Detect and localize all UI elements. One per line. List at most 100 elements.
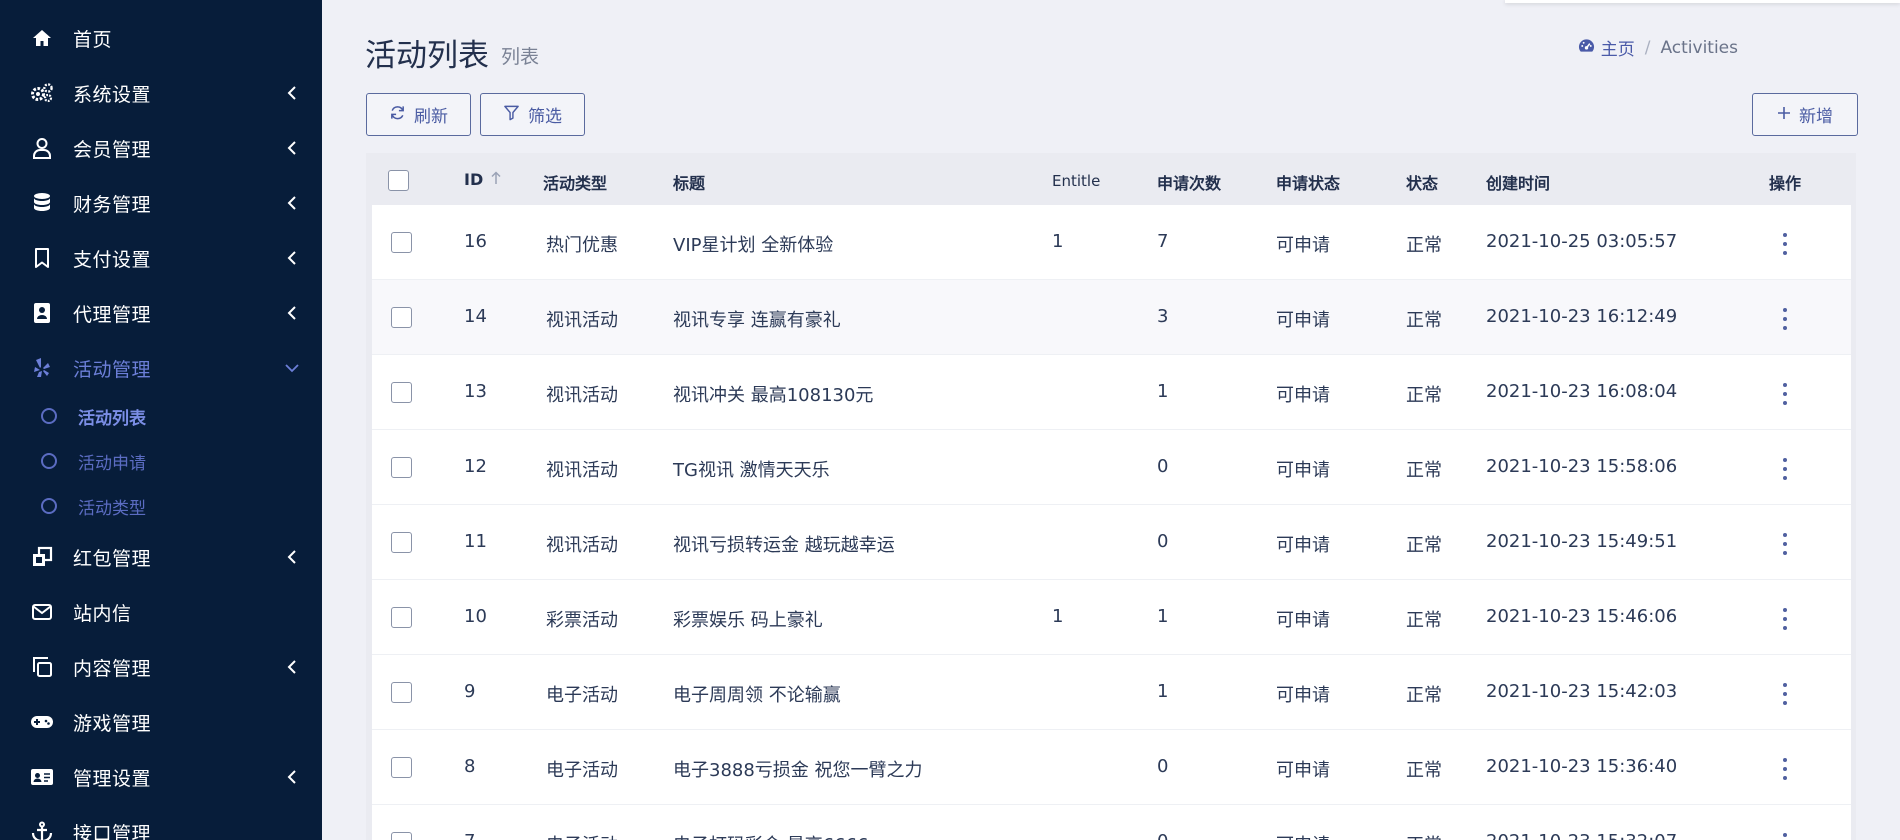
cell-created: 2021-10-23 15:58:06 bbox=[1486, 456, 1678, 477]
sidebar-item-gamepad[interactable]: 游戏管理 bbox=[0, 697, 322, 747]
row-checkbox[interactable] bbox=[391, 757, 412, 778]
cell-count: 1 bbox=[1157, 681, 1169, 702]
gears-icon bbox=[30, 81, 54, 105]
cell-type: 视讯活动 bbox=[546, 310, 618, 331]
table-row: 8 电子活动 电子3888亏损金 祝您一臂之力 0 可申请 正常 2021-10-23 15… bbox=[372, 730, 1851, 805]
row-checkbox[interactable] bbox=[391, 307, 412, 328]
table-row: 10 彩票活动 彩票娱乐 码上豪礼 1 1 可申请 正常 2021-10-23 15:46:0… bbox=[372, 580, 1851, 655]
chevron-left-icon bbox=[285, 251, 299, 265]
add-button[interactable]: 新增 bbox=[1752, 93, 1858, 136]
breadcrumb-separator: / bbox=[1644, 37, 1651, 58]
column-header-title: 标题 bbox=[673, 174, 706, 193]
more-actions-icon[interactable] bbox=[1780, 233, 1790, 255]
clone-icon bbox=[30, 545, 54, 569]
cell-apply-status: 可申请 bbox=[1276, 610, 1330, 631]
cell-title: 视讯专享 连赢有豪礼 bbox=[673, 310, 841, 331]
cell-type: 热门优惠 bbox=[546, 235, 618, 256]
sidebar-item-user[interactable]: 会员管理 bbox=[0, 123, 322, 173]
more-actions-icon[interactable] bbox=[1780, 533, 1790, 555]
column-header-status: 状态 bbox=[1406, 174, 1439, 193]
table-header: ID 活动类型 标题 Entitle 申请次数 申请状态 状态 创建时间 操作 bbox=[366, 153, 1856, 205]
sidebar-item-database[interactable]: 财务管理 bbox=[0, 178, 322, 228]
sidebar-item-copy[interactable]: 内容管理 bbox=[0, 642, 322, 692]
filter-button[interactable]: 筛选 bbox=[480, 93, 585, 136]
cell-id: 10 bbox=[464, 606, 487, 627]
row-checkbox[interactable] bbox=[391, 607, 412, 628]
cell-title: 电子3888亏损金 祝您一臂之力 bbox=[673, 760, 923, 781]
id-card-icon bbox=[30, 765, 54, 789]
anchor-icon bbox=[30, 820, 54, 840]
cell-id: 13 bbox=[464, 381, 487, 402]
more-actions-icon[interactable] bbox=[1780, 308, 1790, 330]
circle-icon bbox=[41, 453, 57, 469]
more-actions-icon[interactable] bbox=[1780, 458, 1790, 480]
cell-title: 视讯亏损转运金 越玩越幸运 bbox=[673, 535, 895, 556]
row-checkbox[interactable] bbox=[391, 457, 412, 478]
row-checkbox[interactable] bbox=[391, 382, 412, 403]
cell-id: 9 bbox=[464, 681, 476, 702]
home-icon bbox=[30, 26, 54, 50]
column-header-actions: 操作 bbox=[1769, 174, 1802, 193]
sidebar-item-label: 站内信 bbox=[73, 602, 132, 625]
breadcrumb-current: Activities bbox=[1660, 37, 1738, 58]
user-icon bbox=[30, 136, 54, 160]
row-checkbox[interactable] bbox=[391, 532, 412, 553]
select-all-checkbox[interactable] bbox=[388, 170, 409, 191]
more-actions-icon[interactable] bbox=[1780, 833, 1790, 840]
chevron-left-icon bbox=[285, 550, 299, 564]
sidebar-item-contact-card[interactable]: 代理管理 bbox=[0, 288, 322, 338]
copy-icon bbox=[30, 655, 54, 679]
more-actions-icon[interactable] bbox=[1780, 383, 1790, 405]
sidebar-item-yelp[interactable]: 活动管理 bbox=[0, 343, 322, 393]
table-row: 13 视讯活动 视讯冲关 最高108130元 1 可申请 正常 2021-10-23 16:… bbox=[372, 355, 1851, 430]
sidebar-item-gears[interactable]: 系统设置 bbox=[0, 68, 322, 118]
sidebar-item-home[interactable]: 首页 bbox=[0, 13, 322, 63]
sidebar-item-anchor[interactable]: 接口管理 bbox=[0, 807, 322, 840]
column-header-created: 创建时间 bbox=[1486, 174, 1551, 193]
cell-id: 11 bbox=[464, 531, 487, 552]
sidebar-item-clone[interactable]: 红包管理 bbox=[0, 532, 322, 582]
column-header-id[interactable]: ID bbox=[464, 170, 483, 189]
table-row: 7 电子活动 电子打码彩金 最高6666 0 可申请 正常 2021-10-23 15:32… bbox=[372, 805, 1851, 840]
cell-title: TG视讯 激情天天乐 bbox=[673, 460, 830, 481]
sidebar-item-label: 内容管理 bbox=[73, 657, 152, 680]
cell-apply-status: 可申请 bbox=[1276, 235, 1330, 256]
cell-title: VIP星计划 全新体验 bbox=[673, 235, 834, 256]
table-row: 14 视讯活动 视讯专享 连赢有豪礼 3 可申请 正常 2021-10-23 16:12:4… bbox=[372, 280, 1851, 355]
yelp-icon bbox=[30, 356, 54, 380]
sort-asc-icon[interactable] bbox=[490, 170, 502, 190]
submenu-item-label: 活动列表 bbox=[78, 408, 146, 429]
more-actions-icon[interactable] bbox=[1780, 683, 1790, 705]
cell-apply-status: 可申请 bbox=[1276, 310, 1330, 331]
row-checkbox[interactable] bbox=[391, 832, 412, 840]
row-checkbox[interactable] bbox=[391, 232, 412, 253]
row-checkbox[interactable] bbox=[391, 682, 412, 703]
breadcrumb-home[interactable]: 主页 bbox=[1578, 35, 1635, 60]
cell-type: 彩票活动 bbox=[546, 610, 618, 631]
sidebar-item-label: 代理管理 bbox=[73, 303, 152, 326]
cell-type: 视讯活动 bbox=[546, 385, 618, 406]
sidebar-item-label: 活动管理 bbox=[73, 358, 152, 381]
envelope-icon bbox=[30, 600, 54, 624]
sidebar-item-id-card[interactable]: 管理设置 bbox=[0, 752, 322, 802]
sidebar-item-label: 游戏管理 bbox=[73, 712, 152, 735]
sidebar-item-bookmark[interactable]: 支付设置 bbox=[0, 233, 322, 283]
cell-apply-status: 可申请 bbox=[1276, 685, 1330, 706]
column-header-count: 申请次数 bbox=[1157, 174, 1222, 193]
sidebar-item-envelope[interactable]: 站内信 bbox=[0, 587, 322, 637]
submenu-item[interactable]: 活动申请 bbox=[0, 441, 322, 481]
more-actions-icon[interactable] bbox=[1780, 758, 1790, 780]
cell-count: 3 bbox=[1157, 306, 1169, 327]
column-header-entitle: Entitle bbox=[1052, 172, 1101, 190]
submenu-item[interactable]: 活动类型 bbox=[0, 486, 322, 526]
submenu-item[interactable]: 活动列表 bbox=[0, 396, 322, 436]
table-row: 11 视讯活动 视讯亏损转运金 越玩越幸运 0 可申请 正常 2021-10-23 15:4… bbox=[372, 505, 1851, 580]
cell-created: 2021-10-23 15:32:07 bbox=[1486, 831, 1677, 840]
page-title: 活动列表 bbox=[365, 38, 489, 74]
refresh-button[interactable]: 刷新 bbox=[366, 93, 471, 136]
cell-count: 0 bbox=[1157, 531, 1169, 552]
more-actions-icon[interactable] bbox=[1780, 608, 1790, 630]
cell-apply-status: 可申请 bbox=[1276, 535, 1330, 556]
cell-apply-status: 可申请 bbox=[1276, 831, 1330, 840]
cell-entitle: 1 bbox=[1052, 231, 1064, 252]
